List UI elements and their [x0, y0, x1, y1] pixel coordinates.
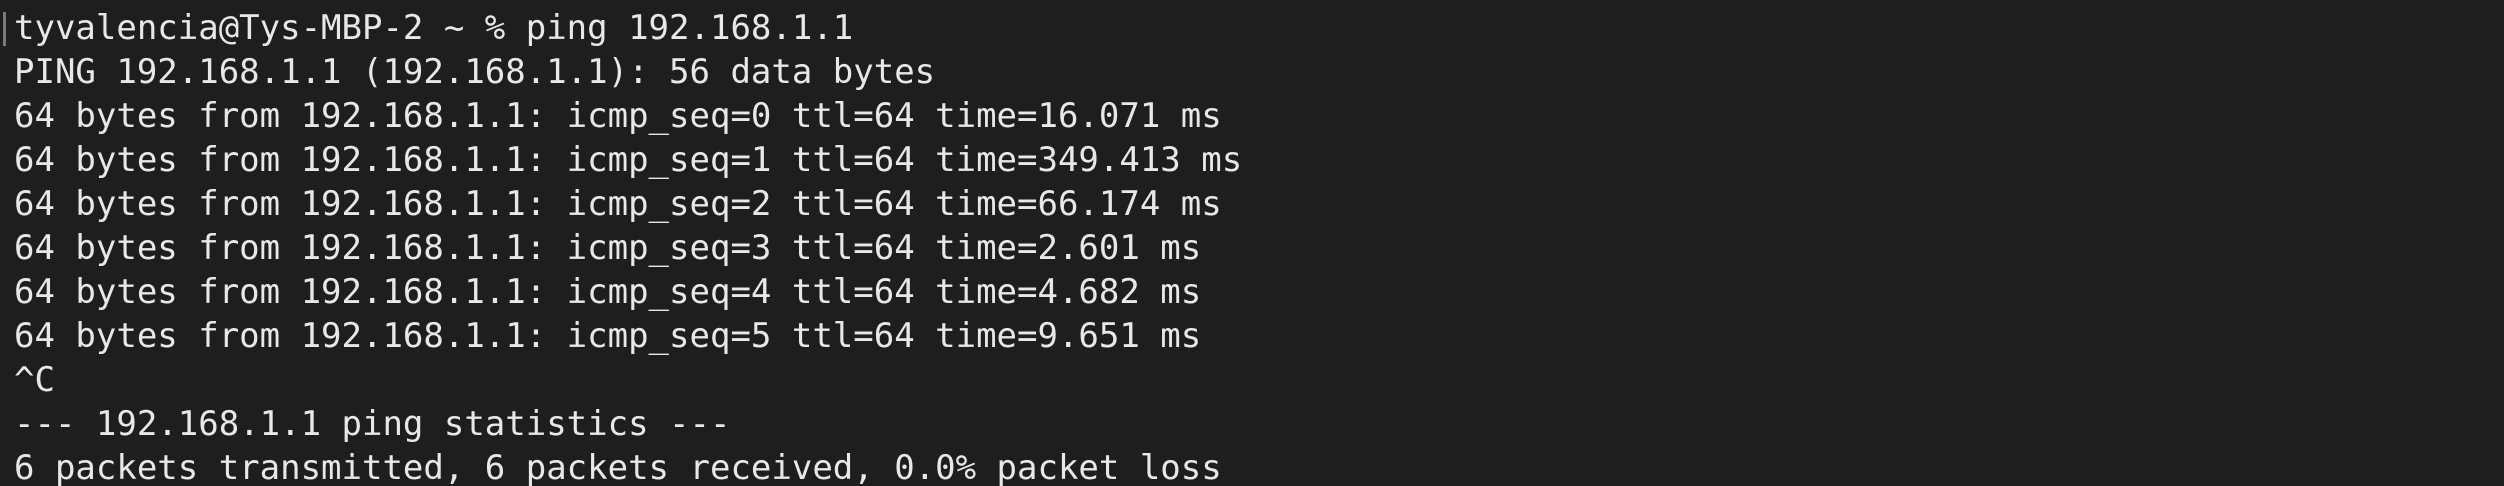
- ping-reply-line: 64 bytes from 192.168.1.1: icmp_seq=2 tt…: [14, 184, 1222, 224]
- ping-reply-line: 64 bytes from 192.168.1.1: icmp_seq=3 tt…: [14, 228, 1202, 268]
- ping-reply-line: 64 bytes from 192.168.1.1: icmp_seq=5 tt…: [14, 316, 1202, 356]
- statistics-summary-line: 6 packets transmitted, 6 packets receive…: [14, 448, 1222, 486]
- ping-reply-line: 64 bytes from 192.168.1.1: icmp_seq=1 tt…: [14, 140, 1243, 180]
- line-marker: [3, 12, 6, 46]
- prompt-line: tyvalencia@Tys-MBP-2 ~ % ping 192.168.1.…: [14, 8, 854, 48]
- ping-reply-line: 64 bytes from 192.168.1.1: icmp_seq=0 tt…: [14, 96, 1222, 136]
- statistics-header-line: --- 192.168.1.1 ping statistics ---: [14, 404, 731, 444]
- ping-header-line: PING 192.168.1.1 (192.168.1.1): 56 data …: [14, 52, 936, 92]
- terminal-window[interactable]: tyvalencia@Tys-MBP-2 ~ % ping 192.168.1.…: [0, 0, 2504, 486]
- ping-reply-line: 64 bytes from 192.168.1.1: icmp_seq=4 tt…: [14, 272, 1202, 312]
- interrupt-line: ^C: [14, 360, 55, 400]
